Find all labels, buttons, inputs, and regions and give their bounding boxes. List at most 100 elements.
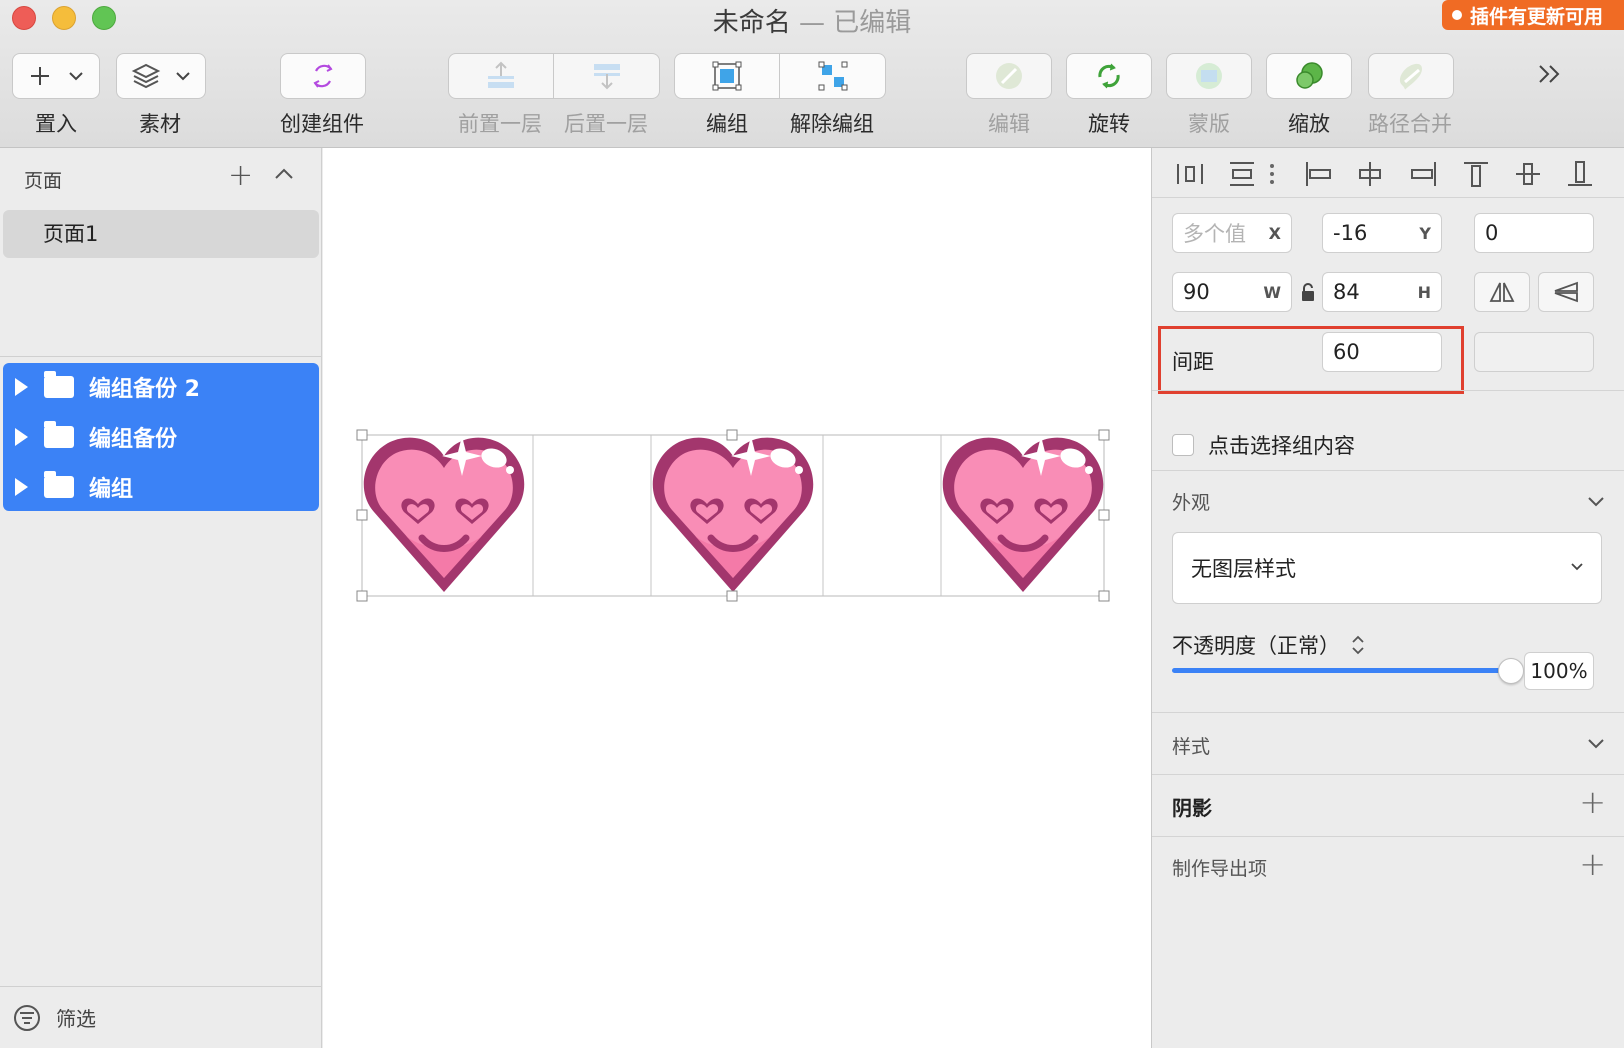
pages-header: 页面 (24, 170, 63, 192)
shadow-title: 阴影 (1172, 796, 1212, 820)
opacity-slider-track[interactable] (1172, 668, 1512, 673)
opacity-slider-knob[interactable] (1498, 658, 1524, 684)
inspector-panel: 多个值 X -16 Y 0 90 W 84 H 间距 60 点击选择组内容 外观… (1151, 148, 1624, 1048)
send-backward-label: 后置一层 (564, 112, 648, 136)
align-bottom-icon[interactable] (1564, 158, 1596, 190)
y-position-field[interactable]: -16 Y (1322, 213, 1442, 253)
edit-button[interactable] (966, 53, 1052, 99)
pages-divider (0, 356, 322, 357)
mask-label: 蒙版 (1188, 112, 1230, 136)
chevron-down-icon (176, 72, 190, 81)
click-select-option[interactable]: 点击选择组内容 (1172, 430, 1355, 460)
x-position-value: 多个值 (1183, 222, 1246, 246)
filter-icon (14, 1004, 40, 1031)
opacity-field[interactable]: 100% (1524, 652, 1594, 690)
divider (1152, 774, 1624, 775)
y-suffix: Y (1419, 223, 1431, 243)
chevron-down-icon (1571, 563, 1583, 571)
x-position-field[interactable]: 多个值 X (1172, 213, 1292, 253)
flip-vertical-button[interactable] (1538, 272, 1594, 312)
toolbar-area: 未命名 — 已编辑 插件有更新可用 置入 素材 创建组件 前置一层 后置一层 编… (0, 0, 1624, 148)
rotate-label: 旋转 (1088, 112, 1130, 136)
disclosure-triangle-icon[interactable] (15, 428, 28, 446)
folder-icon (44, 371, 74, 398)
boolean-button[interactable] (1368, 53, 1454, 99)
boolean-union-icon (1399, 63, 1422, 90)
spacing-field[interactable]: 60 (1322, 332, 1442, 372)
chevron-up-icon[interactable] (272, 162, 296, 186)
add-export-icon[interactable]: + (1579, 848, 1606, 880)
disclosure-triangle-icon[interactable] (15, 378, 28, 396)
rotation-value: 0 (1485, 221, 1499, 245)
group-label: 编组 (706, 112, 748, 136)
heart-emoji-group[interactable] (653, 436, 813, 592)
scale-button[interactable] (1266, 53, 1352, 99)
create-symbol-label: 创建组件 (280, 112, 364, 136)
layers-icon (131, 63, 161, 89)
distribute-horizontal-icon[interactable] (1174, 158, 1206, 190)
bring-forward-button[interactable] (448, 53, 554, 99)
lock-icon[interactable] (1300, 282, 1316, 302)
plugin-update-badge[interactable]: 插件有更新可用 (1442, 0, 1624, 30)
chevron-down-icon[interactable] (1586, 492, 1606, 512)
symbol-refresh-icon (313, 64, 333, 88)
flip-horizontal-button[interactable] (1474, 272, 1530, 312)
layer-row[interactable]: 编组备份 2 (3, 363, 319, 411)
layer-name: 编组备份 (89, 427, 178, 452)
opacity-label: 不透明度（正常） (1172, 634, 1340, 658)
create-symbol-button[interactable] (280, 53, 366, 99)
layer-style-dropdown[interactable]: 无图层样式 (1172, 532, 1602, 604)
blend-mode-stepper-icon[interactable] (1350, 633, 1366, 657)
distribute-vertical-icon[interactable] (1226, 158, 1258, 190)
align-right-icon[interactable] (1408, 158, 1440, 190)
mask-button[interactable] (1166, 53, 1252, 99)
chevron-down-icon[interactable] (1586, 734, 1606, 754)
toolbar-overflow-icon[interactable] (1536, 62, 1564, 86)
add-shadow-icon[interactable]: + (1579, 786, 1606, 818)
spacing-label: 间距 (1172, 350, 1214, 374)
assets-button[interactable] (116, 53, 206, 99)
rotation-field[interactable]: 0 (1474, 213, 1594, 253)
flip-vertical-icon (1554, 281, 1578, 303)
align-left-icon[interactable] (1302, 158, 1334, 190)
chevron-down-icon (69, 72, 83, 81)
insert-button[interactable] (12, 53, 100, 99)
export-title: 制作导出项 (1172, 858, 1268, 880)
heart-emoji-group[interactable] (943, 436, 1103, 592)
canvas-artwork (356, 429, 1110, 602)
filter-label: 筛选 (56, 1007, 96, 1031)
page-item[interactable]: 页面1 (3, 210, 319, 258)
layer-name: 编组备份 2 (89, 377, 200, 402)
align-middle-vertical-icon[interactable] (1512, 158, 1544, 190)
divider (1152, 390, 1624, 391)
ungroup-button[interactable] (780, 53, 886, 99)
layer-row[interactable]: 编组 (3, 463, 319, 511)
align-center-horizontal-icon[interactable] (1354, 158, 1386, 190)
layers-panel: 页面 + 页面1 编组备份 2 编组备份 编组 筛选 (0, 148, 322, 1048)
width-field[interactable]: 90 W (1172, 272, 1292, 312)
send-backward-button[interactable] (554, 53, 660, 99)
flip-horizontal-icon (1489, 282, 1515, 302)
more-dots-icon[interactable] (1266, 158, 1278, 190)
rotate-button[interactable] (1066, 53, 1152, 99)
y-position-value: -16 (1333, 221, 1368, 245)
group-button[interactable] (674, 53, 780, 99)
mask-icon (1196, 63, 1222, 89)
filter-bar[interactable]: 筛选 (0, 986, 322, 1048)
opacity-label-row: 不透明度（正常） (1172, 630, 1366, 660)
group-icon (712, 61, 742, 91)
click-select-checkbox[interactable] (1172, 434, 1194, 456)
design-canvas[interactable] (323, 148, 1151, 1048)
scale-icon (1296, 62, 1323, 89)
divider (1152, 712, 1624, 713)
height-field[interactable]: 84 H (1322, 272, 1442, 312)
document-title: 未命名 — 已编辑 (0, 2, 1624, 39)
disclosure-triangle-icon[interactable] (15, 478, 28, 496)
scale-label: 缩放 (1288, 112, 1330, 136)
layer-row[interactable]: 编组备份 (3, 413, 319, 461)
add-page-icon[interactable]: + (228, 158, 253, 193)
send-backward-icon (593, 64, 620, 90)
align-top-icon[interactable] (1460, 158, 1492, 190)
heart-emoji-group[interactable] (364, 436, 524, 592)
divider (1152, 836, 1624, 837)
